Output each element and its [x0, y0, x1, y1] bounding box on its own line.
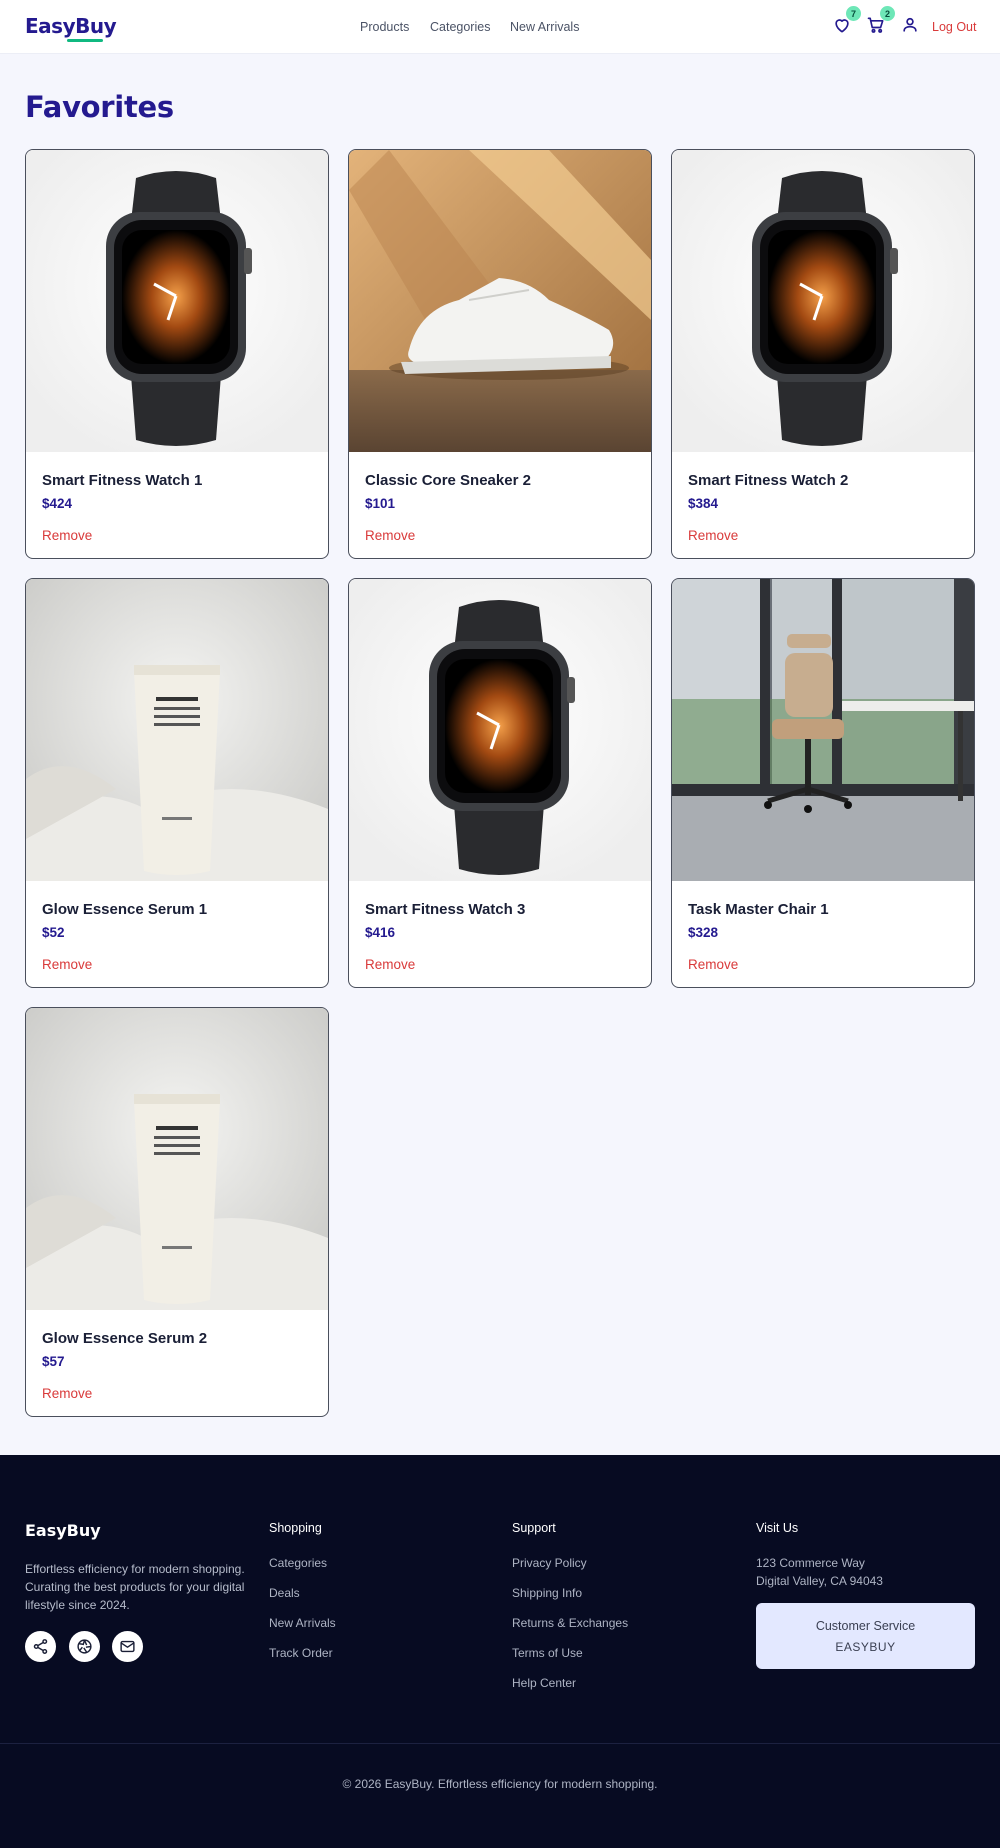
product-image[interactable]	[672, 150, 974, 452]
footer-link-terms[interactable]: Terms of Use	[512, 1646, 583, 1660]
nav-categories[interactable]: Categories	[430, 20, 490, 34]
remove-button[interactable]: Remove	[42, 957, 92, 972]
favorite-card[interactable]: Glow Essence Serum 2 $57 Remove	[25, 1007, 329, 1417]
address-line-2: Digital Valley, CA 94043	[756, 1574, 883, 1588]
footer-link-shipping[interactable]: Shipping Info	[512, 1586, 582, 1600]
customer-service-box[interactable]: Customer Service EASYBUY	[756, 1603, 975, 1669]
product-image[interactable]	[672, 579, 974, 881]
nav-products[interactable]: Products	[360, 20, 409, 34]
product-image[interactable]	[349, 579, 651, 881]
remove-button[interactable]: Remove	[688, 957, 738, 972]
gallery-button[interactable]	[69, 1631, 100, 1662]
cart-button[interactable]: 2	[865, 6, 895, 36]
product-price: $101	[365, 496, 396, 511]
remove-button[interactable]: Remove	[42, 528, 92, 543]
product-name[interactable]: Smart Fitness Watch 2	[688, 472, 848, 489]
share-button[interactable]	[25, 1631, 56, 1662]
footer-link-new-arrivals[interactable]: New Arrivals	[269, 1616, 336, 1630]
product-image[interactable]	[26, 579, 328, 881]
product-price: $328	[688, 925, 719, 940]
product-price: $52	[42, 925, 65, 940]
product-name[interactable]: Glow Essence Serum 2	[42, 1330, 207, 1347]
footer-link-privacy[interactable]: Privacy Policy	[512, 1556, 587, 1570]
copyright: © 2026 EasyBuy. Effortless efficiency fo…	[342, 1777, 658, 1791]
favorite-card[interactable]: Smart Fitness Watch 3 $416 Remove	[348, 578, 652, 988]
footer-link-track-order[interactable]: Track Order	[269, 1646, 333, 1660]
favorite-card[interactable]: Classic Core Sneaker 2 $101 Remove	[348, 149, 652, 559]
product-image[interactable]	[26, 150, 328, 452]
logo-underline	[67, 39, 103, 42]
logo[interactable]: EasyBuy	[25, 14, 117, 38]
remove-button[interactable]: Remove	[42, 1386, 92, 1401]
footer-link-help[interactable]: Help Center	[512, 1676, 576, 1690]
account-button[interactable]	[899, 14, 921, 36]
product-price: $384	[688, 496, 719, 511]
footer-divider	[0, 1743, 1000, 1744]
remove-button[interactable]: Remove	[365, 528, 415, 543]
customer-service-title: Customer Service	[815, 1619, 916, 1633]
cart-count-badge: 2	[880, 6, 895, 21]
top-header: EasyBuy Products Categories New Arrivals…	[0, 0, 1000, 54]
address-line-1: 123 Commerce Way	[756, 1556, 865, 1570]
favorite-card[interactable]: Glow Essence Serum 1 $52 Remove	[25, 578, 329, 988]
mail-icon	[120, 1640, 135, 1653]
product-price: $57	[42, 1354, 65, 1369]
product-image[interactable]	[26, 1008, 328, 1310]
remove-button[interactable]: Remove	[688, 528, 738, 543]
footer-link-returns[interactable]: Returns & Exchanges	[512, 1616, 628, 1630]
footer-link-categories[interactable]: Categories	[269, 1556, 327, 1570]
wishlist-button[interactable]: 7	[831, 6, 861, 36]
customer-service-code: EASYBUY	[835, 1640, 896, 1654]
product-price: $424	[42, 496, 73, 511]
product-name[interactable]: Glow Essence Serum 1	[42, 901, 207, 918]
logout-link[interactable]: Log Out	[932, 20, 976, 34]
wishlist-count-badge: 7	[846, 6, 861, 21]
remove-button[interactable]: Remove	[365, 957, 415, 972]
favorite-card[interactable]: Smart Fitness Watch 1 $424 Remove	[25, 149, 329, 559]
favorite-card[interactable]: Smart Fitness Watch 2 $384 Remove	[671, 149, 975, 559]
user-icon	[903, 17, 917, 32]
product-name[interactable]: Smart Fitness Watch 1	[42, 472, 202, 489]
aperture-icon	[77, 1639, 92, 1654]
product-name[interactable]: Task Master Chair 1	[688, 901, 829, 918]
footer-link-deals[interactable]: Deals	[269, 1586, 300, 1600]
footer-heading-support: Support	[512, 1521, 556, 1535]
product-price: $416	[365, 925, 396, 940]
product-name[interactable]: Smart Fitness Watch 3	[365, 901, 525, 918]
footer-heading-shopping: Shopping	[269, 1521, 322, 1535]
footer-logo[interactable]: EasyBuy	[25, 1521, 101, 1540]
favorite-card[interactable]: Task Master Chair 1 $328 Remove	[671, 578, 975, 988]
product-image[interactable]	[349, 150, 651, 452]
footer-heading-visit: Visit Us	[756, 1521, 799, 1535]
site-footer: EasyBuy Effortless efficiency for modern…	[0, 1455, 1000, 1848]
page-title: Favorites	[25, 90, 174, 124]
footer-description: Effortless efficiency for modern shoppin…	[25, 1562, 245, 1612]
product-name[interactable]: Classic Core Sneaker 2	[365, 472, 531, 489]
email-button[interactable]	[112, 1631, 143, 1662]
nav-new-arrivals[interactable]: New Arrivals	[510, 20, 579, 34]
share-icon	[33, 1639, 48, 1654]
